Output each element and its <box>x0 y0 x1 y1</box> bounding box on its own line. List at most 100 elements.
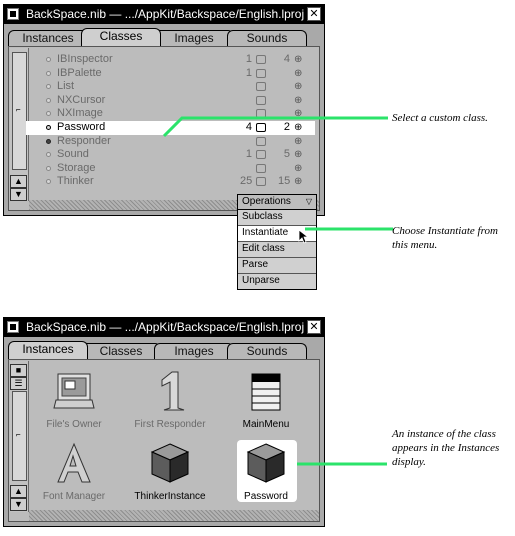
class-name: IBInspector <box>57 53 113 65</box>
instance-thinker[interactable]: ThinkerInstance <box>125 442 215 503</box>
instance-label: MainMenu <box>242 419 290 430</box>
list-item[interactable]: Thinker 25 15 ⊕ <box>26 175 315 189</box>
class-bullet-icon <box>46 84 51 90</box>
class-name: List <box>57 80 75 93</box>
menu-icon <box>251 373 281 411</box>
menu-arrow-icon: ▽ <box>305 197 312 206</box>
cube-icon <box>150 443 190 483</box>
class-name: NXImage <box>57 107 103 120</box>
monitor-icon <box>53 373 95 409</box>
instance-font-manager[interactable]: Font Manager <box>29 442 119 503</box>
menu-item-parse[interactable]: Parse <box>238 258 316 274</box>
action-count: 15 <box>278 175 291 188</box>
class-bullet-icon <box>46 111 51 117</box>
instance-main-menu[interactable]: MainMenu <box>221 370 311 431</box>
window-icon <box>7 8 19 20</box>
class-name: IBPalette <box>57 66 102 79</box>
class-name: NXCursor <box>57 93 106 106</box>
outlet-count: 1 <box>245 66 252 79</box>
list-item[interactable]: IBPalette 1 ⊕ <box>26 67 315 81</box>
action-icon: ⊕ <box>294 176 303 188</box>
menu-title-label: Operations <box>242 196 291 207</box>
action-icon: ⊕ <box>294 162 303 174</box>
action-icon: ⊕ <box>294 81 303 93</box>
outlet-count: 25 <box>240 175 253 188</box>
vertical-scrollbar[interactable]: ■ ☰ ⌐ ▲ ▼ <box>10 361 29 512</box>
class-bullet-icon <box>46 124 51 130</box>
numeral-one-icon <box>161 371 185 411</box>
window-titlebar[interactable]: BackSpace.nib — .../AppKit/Backspace/Eng… <box>4 5 324 24</box>
close-icon[interactable]: ✕ <box>307 7 321 21</box>
class-name: Password <box>57 120 106 133</box>
tab-bar: Instances Classes Images Sounds <box>8 341 320 359</box>
action-count: 5 <box>283 148 290 161</box>
scroll-up-button[interactable]: ▲ <box>10 485 27 498</box>
window-titlebar[interactable]: BackSpace.nib — .../AppKit/Backspace/Eng… <box>4 318 324 337</box>
instance-first-responder[interactable]: First Responder <box>125 370 215 431</box>
tab-sounds[interactable]: Sounds <box>227 343 307 359</box>
instance-label: ThinkerInstance <box>134 491 206 502</box>
instance-label: First Responder <box>134 419 206 430</box>
class-bullet-icon <box>46 165 51 171</box>
outlet-icon <box>256 95 266 105</box>
outlet-icon <box>256 68 266 78</box>
instance-password[interactable]: Password <box>221 442 311 503</box>
outlet-count: 1 <box>245 148 252 161</box>
window-icon <box>7 321 19 333</box>
tab-instances[interactable]: Instances <box>8 341 88 359</box>
tab-sounds[interactable]: Sounds <box>227 30 307 46</box>
list-item[interactable]: Sound 1 5 ⊕ <box>26 148 315 162</box>
tab-images[interactable]: Images <box>154 30 234 46</box>
action-icon: ⊕ <box>294 94 303 106</box>
window-title: BackSpace.nib — .../AppKit/Backspace/Eng… <box>26 320 305 334</box>
instance-files-owner[interactable]: File's Owner <box>29 370 119 431</box>
outlet-icon <box>256 82 266 92</box>
action-count: 4 <box>283 53 290 65</box>
list-item[interactable]: List ⊕ <box>26 80 315 94</box>
horizontal-scrollbar[interactable] <box>29 510 319 521</box>
list-item[interactable]: IBInspector 1 4 ⊕ <box>26 53 315 67</box>
class-bullet-icon <box>46 138 51 144</box>
outlet-icon <box>256 177 266 187</box>
class-bullet-icon <box>46 179 51 185</box>
action-icon: ⊕ <box>294 54 303 65</box>
outlet-icon <box>256 163 266 173</box>
instance-label: Font Manager <box>42 491 106 502</box>
callout-connector-instance <box>297 462 387 466</box>
callout-select-class: Select a custom class. <box>392 112 488 124</box>
class-name: Thinker <box>57 175 94 188</box>
scroll-down-button[interactable]: ▼ <box>10 188 27 201</box>
class-name: Sound <box>57 148 89 161</box>
tab-instances[interactable]: Instances <box>8 30 88 46</box>
list-item[interactable]: NXCursor ⊕ <box>26 94 315 108</box>
callout-choose-instantiate: Choose Instantiate from this menu. <box>392 225 498 251</box>
scroll-knob[interactable]: ⌐ <box>12 391 27 481</box>
scroll-knob[interactable]: ⌐ <box>12 52 27 170</box>
scroll-up-button[interactable]: ▲ <box>10 175 27 188</box>
callout-instance-appears: An instance of the class appears in the … <box>392 428 500 468</box>
tab-classes[interactable]: Classes <box>81 28 161 46</box>
operations-menu-title[interactable]: Operations ▽ <box>238 195 316 210</box>
scroll-down-button[interactable]: ▼ <box>10 498 27 511</box>
outlet-count: 1 <box>245 53 252 65</box>
window-title: BackSpace.nib — .../AppKit/Backspace/Eng… <box>26 7 305 21</box>
class-name: Responder <box>57 134 111 147</box>
list-item[interactable]: Storage ⊕ <box>26 162 315 176</box>
letter-a-icon <box>57 442 91 483</box>
tab-classes[interactable]: Classes <box>81 343 161 359</box>
class-name: Storage <box>57 161 96 174</box>
icon-mode-button[interactable]: ☰ <box>10 377 27 390</box>
menu-item-unparse[interactable]: Unparse <box>238 274 316 289</box>
class-bullet-icon <box>46 57 51 62</box>
callout-connector-choose <box>305 227 393 231</box>
instance-label: Password <box>244 491 288 502</box>
class-bullet-icon <box>46 70 51 76</box>
list-mode-button[interactable]: ■ <box>10 364 27 377</box>
tab-bar: Instances Classes Images Sounds <box>8 28 320 46</box>
class-bullet-icon <box>46 152 51 158</box>
callout-connector-select <box>162 116 388 138</box>
action-icon: ⊕ <box>294 149 303 161</box>
tab-images[interactable]: Images <box>154 343 234 359</box>
close-icon[interactable]: ✕ <box>307 320 321 334</box>
outlet-icon <box>256 150 266 160</box>
